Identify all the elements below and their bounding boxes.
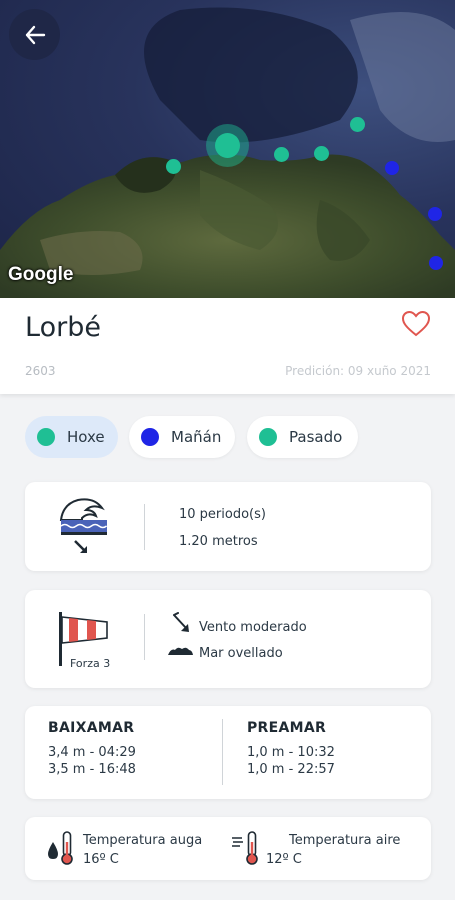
tab-label: Mañán <box>171 428 222 446</box>
low-tide-row: 3,4 m - 04:29 <box>48 745 136 760</box>
day-dot-icon <box>141 428 159 446</box>
wave-period: 10 periodo(s) <box>179 507 266 522</box>
high-tide-row: 1,0 m - 22:57 <box>247 762 335 777</box>
wind-direction-icon <box>173 612 189 632</box>
air-temperature-label: Temperatura aire <box>289 833 401 848</box>
beach-marker[interactable] <box>314 146 329 161</box>
wind-force: Forza 3 <box>70 657 111 670</box>
air-temperature-value: 12º C <box>266 852 302 867</box>
wind-card: Forza 3 Vento moderado Mar ovellado <box>25 590 431 688</box>
divider <box>144 504 145 550</box>
beach-marker[interactable] <box>428 207 442 221</box>
low-tide-title: BAIXAMAR <box>48 720 135 736</box>
wave-height: 1.20 metros <box>179 534 258 549</box>
beach-marker[interactable] <box>385 161 399 175</box>
wind-text: Vento moderado <box>199 620 307 635</box>
prediction-date: Predición: 09 xuño 2021 <box>285 364 431 378</box>
high-tide-title: PREAMAR <box>247 720 327 736</box>
page-title: Lorbé <box>25 312 101 343</box>
heart-icon[interactable] <box>401 310 431 337</box>
day-dot-icon <box>259 428 277 446</box>
beach-marker[interactable] <box>274 147 289 162</box>
tab-manan[interactable]: Mañán <box>129 416 235 458</box>
tab-label: Hoxe <box>67 428 105 446</box>
map-view[interactable]: Google <box>0 0 455 298</box>
sea-text: Mar ovellado <box>199 646 283 661</box>
tab-hoxe[interactable]: Hoxe <box>25 416 118 458</box>
tab-label: Pasado <box>289 428 343 446</box>
water-temperature-label: Temperatura auga <box>83 833 203 848</box>
beach-marker[interactable] <box>429 256 443 270</box>
day-dot-icon <box>37 428 55 446</box>
tab-pasado[interactable]: Pasado <box>247 416 358 458</box>
back-button[interactable] <box>9 9 60 60</box>
google-attribution: Google <box>8 264 74 285</box>
water-temperature-icon <box>48 831 73 865</box>
high-tide-row: 1,0 m - 10:32 <box>247 745 335 760</box>
low-tide-row: 3,5 m - 16:48 <box>48 762 136 777</box>
beach-header: Lorbé 2603 Predición: 09 xuño 2021 <box>0 298 455 394</box>
beach-marker[interactable] <box>350 117 365 132</box>
arrow-left-icon <box>25 25 45 44</box>
sea-state-icon <box>168 647 193 655</box>
waves-card: 10 periodo(s) 1.20 metros <box>25 482 431 571</box>
divider <box>222 719 223 785</box>
temperature-card: Temperatura auga 16º C Temperatura aire … <box>25 817 431 880</box>
beach-code: 2603 <box>25 364 56 378</box>
tides-card: BAIXAMAR 3,4 m - 04:29 3,5 m - 16:48 PRE… <box>25 706 431 799</box>
wave-icon <box>59 498 108 553</box>
beach-marker[interactable] <box>166 159 181 174</box>
beach-marker-selected-core[interactable] <box>215 133 240 158</box>
air-temperature-icon <box>232 831 258 865</box>
divider <box>144 614 145 660</box>
water-temperature-value: 16º C <box>83 852 119 867</box>
